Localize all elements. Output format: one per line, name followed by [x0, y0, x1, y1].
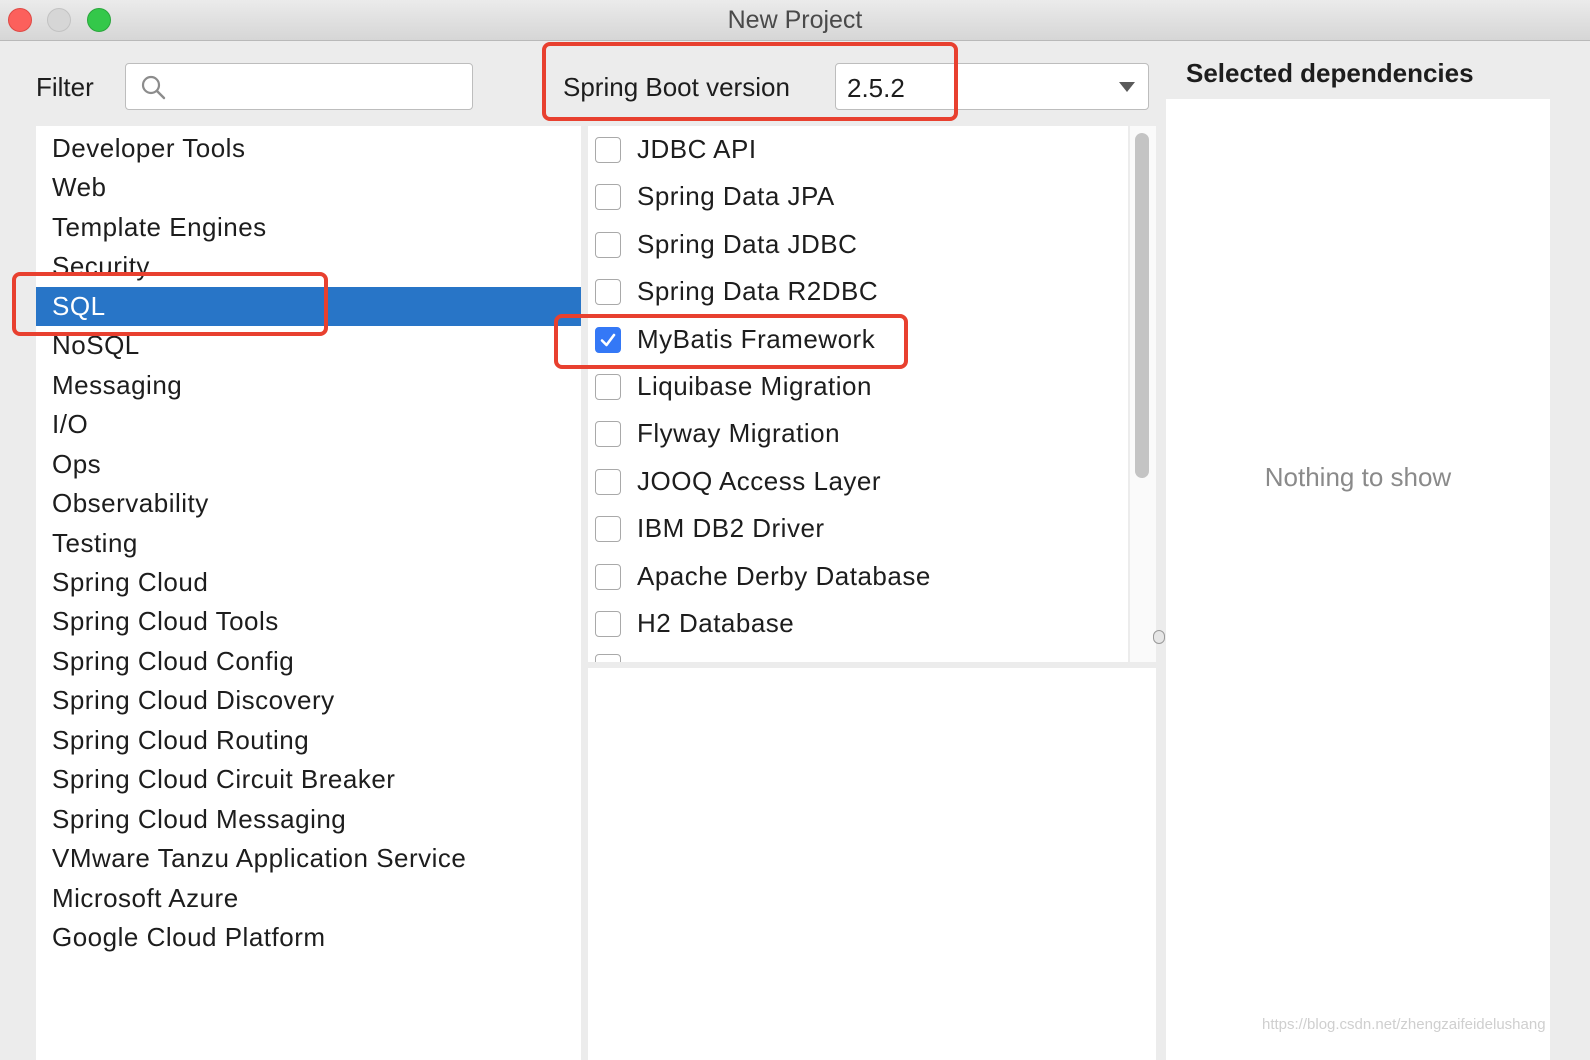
spring-boot-version-select[interactable]: 2.5.2: [835, 63, 1149, 110]
dependency-row[interactable]: Spring Data JDBC: [588, 222, 1128, 269]
dependency-row[interactable]: H2 Database: [588, 601, 1128, 648]
filter-input[interactable]: [125, 63, 473, 110]
category-item[interactable]: Testing: [36, 524, 581, 563]
dependency-label: Spring Data JPA: [637, 181, 835, 212]
category-item[interactable]: Spring Cloud Tools: [36, 602, 581, 641]
category-item[interactable]: Ops: [36, 445, 581, 484]
dependency-row[interactable]: Spring Data R2DBC: [588, 269, 1128, 316]
selected-dependencies-heading: Selected dependencies: [1186, 58, 1474, 88]
dependency-row[interactable]: IBM DB2 Driver: [588, 506, 1128, 553]
dependency-label: Liquibase Migration: [637, 371, 872, 401]
category-item[interactable]: Spring Cloud Config: [36, 642, 581, 681]
dependency-label: JDBC API: [637, 134, 757, 164]
dependency-checkbox[interactable]: [595, 326, 621, 353]
dependency-row[interactable]: Apache Derby Database: [588, 554, 1128, 601]
category-item[interactable]: Spring Cloud Discovery: [36, 681, 581, 720]
dependency-checkbox[interactable]: [595, 516, 621, 543]
dependency-label: Spring Data R2DBC: [637, 276, 879, 307]
category-item[interactable]: Observability: [36, 484, 581, 523]
category-item[interactable]: Spring Cloud Routing: [36, 721, 581, 760]
dependency-row[interactable]: MyBatis Framework: [588, 317, 1128, 364]
chevron-down-icon: [1119, 82, 1135, 92]
category-item[interactable]: Messaging: [36, 366, 581, 405]
category-item[interactable]: Security: [36, 247, 581, 286]
new-project-window: New Project Filter Spring Boot version 2…: [0, 0, 1590, 1060]
dependency-row[interactable]: Flyway Migration: [588, 411, 1128, 458]
dependency-label: H2 Database: [637, 608, 795, 638]
dependency-label: JOOQ Access Layer: [637, 465, 882, 496]
dependency-label: Apache Derby Database: [637, 560, 931, 591]
category-item[interactable]: NoSQL: [36, 326, 581, 365]
window-title: New Project: [727, 6, 863, 34]
category-item[interactable]: Spring Cloud Circuit Breaker: [36, 760, 581, 799]
category-item[interactable]: Web: [36, 168, 581, 207]
category-item[interactable]: SQL: [36, 286, 581, 326]
dependency-label: IBM DB2 Driver: [637, 513, 825, 544]
dependency-checkbox[interactable]: [595, 563, 621, 590]
dependency-checkbox[interactable]: [595, 184, 621, 211]
dependency-row[interactable]: Spring Data JPA: [588, 174, 1128, 221]
category-item[interactable]: Google Cloud Platform: [36, 918, 581, 957]
category-item[interactable]: VMware Tanzu Application Service: [36, 839, 581, 878]
dependency-label: MyBatis Framework: [637, 323, 876, 354]
dependency-checkbox[interactable]: [595, 654, 621, 662]
split-drag-handle[interactable]: [1153, 630, 1165, 644]
dependency-checkbox[interactable]: [595, 231, 621, 258]
category-item[interactable]: Spring Cloud: [36, 563, 581, 602]
title-bar: New Project: [0, 0, 1590, 41]
dependency-checkbox[interactable]: [595, 611, 621, 637]
category-list: Developer Tools Web Template Engines Securi…: [36, 126, 581, 1060]
dependency-checkbox[interactable]: [595, 137, 621, 163]
checkmark-icon: [600, 333, 616, 346]
category-item[interactable]: Developer Tools: [36, 129, 581, 168]
category-item[interactable]: I/O: [36, 405, 581, 444]
dependency-description-panel: [588, 668, 1156, 1060]
category-item[interactable]: Microsoft Azure: [36, 879, 581, 918]
spring-boot-version-value: 2.5.2: [847, 73, 905, 103]
dependency-row[interactable]: JDBC API: [588, 127, 1128, 174]
dependency-label: Flyway Migration: [637, 418, 841, 449]
filter-label: Filter: [36, 72, 94, 102]
watermark-text: https://blog.csdn.net/zhengzaifeidelusha…: [1262, 1016, 1546, 1033]
dependency-row[interactable]: JOOQ Access Layer: [588, 459, 1128, 506]
category-item[interactable]: Template Engines: [36, 208, 581, 247]
dependency-scrollbar-thumb[interactable]: [1135, 133, 1149, 478]
empty-state-text: Nothing to show: [1264, 462, 1452, 492]
dependency-checkbox[interactable]: [595, 279, 621, 306]
dependency-list: JDBC API Spring Data JPA Spring Data JDBC S…: [588, 126, 1128, 662]
spring-boot-version-label: Spring Boot version: [563, 72, 790, 102]
dependency-checkbox[interactable]: [595, 374, 621, 400]
search-icon: [141, 75, 166, 100]
dependency-checkbox[interactable]: [595, 468, 621, 495]
dependency-checkbox[interactable]: [595, 421, 621, 448]
dependency-row[interactable]: Liquibase Migration: [588, 364, 1128, 411]
selected-dependencies-panel: Nothing to show: [1166, 99, 1550, 1060]
dependency-label: Spring Data JDBC: [637, 228, 858, 259]
category-item[interactable]: Spring Cloud Messaging: [36, 800, 581, 839]
